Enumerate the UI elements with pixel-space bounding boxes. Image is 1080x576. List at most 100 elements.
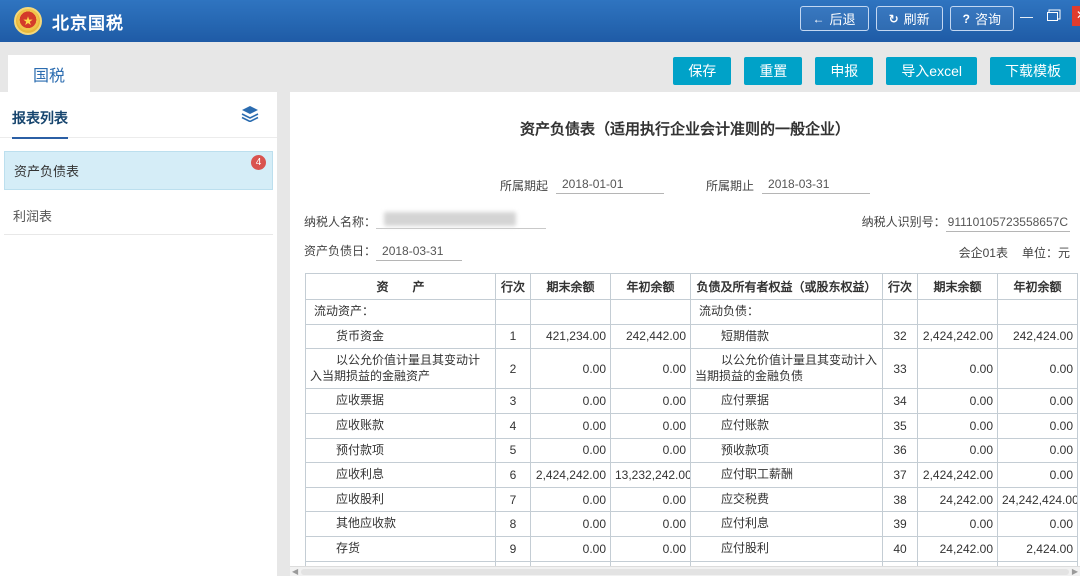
balance-date-group: 资产负债日：2018-03-31 bbox=[304, 242, 462, 261]
reset-button[interactable]: 重置 bbox=[744, 57, 802, 85]
amount-cell[interactable]: 0.00 bbox=[531, 349, 611, 389]
table-row: 预付款项50.000.00预收款项360.000.00 bbox=[306, 438, 1078, 463]
refresh-label: 刷新 bbox=[904, 9, 930, 28]
table-row: 存货90.000.00应付股利4024,242.002,424.00 bbox=[306, 536, 1078, 561]
sidebar-item[interactable]: 资产负债表4 bbox=[4, 151, 273, 190]
question-icon: ? bbox=[963, 12, 970, 26]
report-sidebar: 报表列表 资产负债表4利润表 bbox=[0, 92, 277, 576]
amount-cell[interactable]: 24,242.00 bbox=[918, 487, 998, 512]
balance-date-field[interactable]: 2018-03-31 bbox=[376, 244, 462, 261]
item-name-cell: 应收利息 bbox=[306, 463, 496, 488]
amount-cell[interactable]: 0.00 bbox=[611, 349, 691, 389]
column-header: 负债及所有者权益（或股东权益） bbox=[691, 274, 883, 300]
back-icon: ← bbox=[813, 12, 825, 26]
amount-cell[interactable]: 242,442.00 bbox=[611, 324, 691, 349]
taxpayer-id-group: 纳税人识别号：91110105723558657C bbox=[862, 213, 1070, 230]
taxpayer-id-label: 纳税人识别号： bbox=[862, 215, 946, 229]
amount-cell[interactable] bbox=[918, 300, 998, 325]
line-number-cell: 36 bbox=[883, 438, 918, 463]
import-excel-button[interactable]: 导入excel bbox=[886, 57, 977, 85]
table-row: 流动资产：流动负债： bbox=[306, 300, 1078, 325]
minimize-icon[interactable]: — bbox=[1020, 10, 1033, 23]
refresh-button[interactable]: ↻ 刷新 bbox=[876, 6, 943, 31]
line-number-cell bbox=[883, 300, 918, 325]
save-button[interactable]: 保存 bbox=[673, 57, 731, 85]
restore-icon[interactable] bbox=[1047, 12, 1058, 21]
amount-cell[interactable]: 421,234.00 bbox=[531, 324, 611, 349]
item-name-cell: 短期借款 bbox=[691, 324, 883, 349]
amount-cell[interactable]: 2,424,242.00 bbox=[918, 463, 998, 488]
amount-cell[interactable]: 0.00 bbox=[918, 512, 998, 537]
amount-cell[interactable]: 0.00 bbox=[998, 512, 1078, 537]
amount-cell[interactable]: 0.00 bbox=[531, 536, 611, 561]
scroll-left-icon[interactable]: ◀ bbox=[292, 568, 298, 576]
amount-cell[interactable] bbox=[531, 300, 611, 325]
declare-button[interactable]: 申报 bbox=[815, 57, 873, 85]
amount-cell[interactable]: 2,424,242.00 bbox=[918, 324, 998, 349]
item-name-cell: 应收股利 bbox=[306, 487, 496, 512]
amount-cell[interactable] bbox=[998, 300, 1078, 325]
period-end-field[interactable]: 2018-03-31 bbox=[762, 177, 870, 194]
amount-cell[interactable]: 0.00 bbox=[611, 389, 691, 414]
amount-cell[interactable]: 0.00 bbox=[918, 349, 998, 389]
table-row: 其他应收款80.000.00应付利息390.000.00 bbox=[306, 512, 1078, 537]
sidebar-item[interactable]: 利润表 bbox=[4, 197, 273, 235]
amount-cell[interactable]: 242,424.00 bbox=[998, 324, 1078, 349]
line-number-cell: 6 bbox=[496, 463, 531, 488]
item-name-cell: 应收票据 bbox=[306, 389, 496, 414]
amount-cell[interactable]: 0.00 bbox=[531, 512, 611, 537]
back-label: 后退 bbox=[830, 9, 856, 28]
amount-cell[interactable]: 0.00 bbox=[998, 389, 1078, 414]
column-header: 行次 bbox=[883, 274, 918, 300]
item-name-cell: 应付账款 bbox=[691, 413, 883, 438]
amount-cell[interactable]: 0.00 bbox=[998, 463, 1078, 488]
balance-date-label: 资产负债日： bbox=[304, 244, 376, 258]
line-number-cell: 37 bbox=[883, 463, 918, 488]
amount-cell[interactable]: 0.00 bbox=[998, 438, 1078, 463]
back-button[interactable]: ← 后退 bbox=[800, 6, 869, 31]
amount-cell[interactable]: 0.00 bbox=[611, 536, 691, 561]
scroll-right-icon[interactable]: ▶ bbox=[1072, 568, 1078, 576]
close-icon[interactable]: ✕ bbox=[1072, 6, 1080, 26]
line-number-cell: 33 bbox=[883, 349, 918, 389]
amount-cell[interactable]: 0.00 bbox=[531, 487, 611, 512]
download-template-button[interactable]: 下载模板 bbox=[990, 57, 1076, 85]
period-start-field[interactable]: 2018-01-01 bbox=[556, 177, 664, 194]
amount-cell[interactable]: 0.00 bbox=[998, 349, 1078, 389]
layers-icon[interactable] bbox=[241, 106, 259, 127]
amount-cell[interactable]: 24,242.00 bbox=[918, 536, 998, 561]
consult-label: 咨询 bbox=[975, 9, 1001, 28]
amount-cell[interactable]: 0.00 bbox=[531, 389, 611, 414]
column-header: 期末余额 bbox=[531, 274, 611, 300]
amount-cell[interactable]: 0.00 bbox=[611, 438, 691, 463]
amount-cell[interactable]: 2,424.00 bbox=[998, 536, 1078, 561]
amount-cell[interactable]: 0.00 bbox=[998, 413, 1078, 438]
amount-cell[interactable]: 0.00 bbox=[611, 413, 691, 438]
amount-cell[interactable]: 0.00 bbox=[531, 438, 611, 463]
table-row: 应收利息62,424,242.0013,232,242.00应付职工薪酬372,… bbox=[306, 463, 1078, 488]
tab-guoshui[interactable]: 国税 bbox=[8, 55, 90, 92]
consult-button[interactable]: ? 咨询 bbox=[950, 6, 1014, 31]
unread-badge: 4 bbox=[251, 155, 266, 170]
line-number-cell: 8 bbox=[496, 512, 531, 537]
amount-cell[interactable]: 0.00 bbox=[611, 487, 691, 512]
amount-cell[interactable]: 2,424,242.00 bbox=[531, 463, 611, 488]
table-row: 应收股利70.000.00应交税费3824,242.0024,242,424.0… bbox=[306, 487, 1078, 512]
form-title: 资产负债表（适用执行企业会计准则的一般企业） bbox=[290, 118, 1080, 139]
amount-cell[interactable]: 0.00 bbox=[918, 438, 998, 463]
column-header: 资 产 bbox=[306, 274, 496, 300]
horizontal-scrollbar[interactable]: ◀ ▶ bbox=[290, 566, 1080, 576]
table-row: 货币资金1421,234.00242,442.00短期借款322,424,242… bbox=[306, 324, 1078, 349]
refresh-icon: ↻ bbox=[889, 12, 899, 26]
amount-cell[interactable]: 13,232,242.00 bbox=[611, 463, 691, 488]
amount-cell[interactable]: 0.00 bbox=[531, 413, 611, 438]
column-header: 期末余额 bbox=[918, 274, 998, 300]
tax-bureau-logo-icon: ★ bbox=[14, 7, 42, 35]
amount-cell[interactable] bbox=[611, 300, 691, 325]
amount-cell[interactable]: 24,242,424.00 bbox=[998, 487, 1078, 512]
taxpayer-row: 纳税人名称： 纳税人识别号：91110105723558657C bbox=[290, 212, 1080, 230]
amount-cell[interactable]: 0.00 bbox=[918, 389, 998, 414]
amount-cell[interactable]: 0.00 bbox=[918, 413, 998, 438]
amount-cell[interactable]: 0.00 bbox=[611, 512, 691, 537]
scrollbar-thumb[interactable] bbox=[301, 569, 1069, 575]
